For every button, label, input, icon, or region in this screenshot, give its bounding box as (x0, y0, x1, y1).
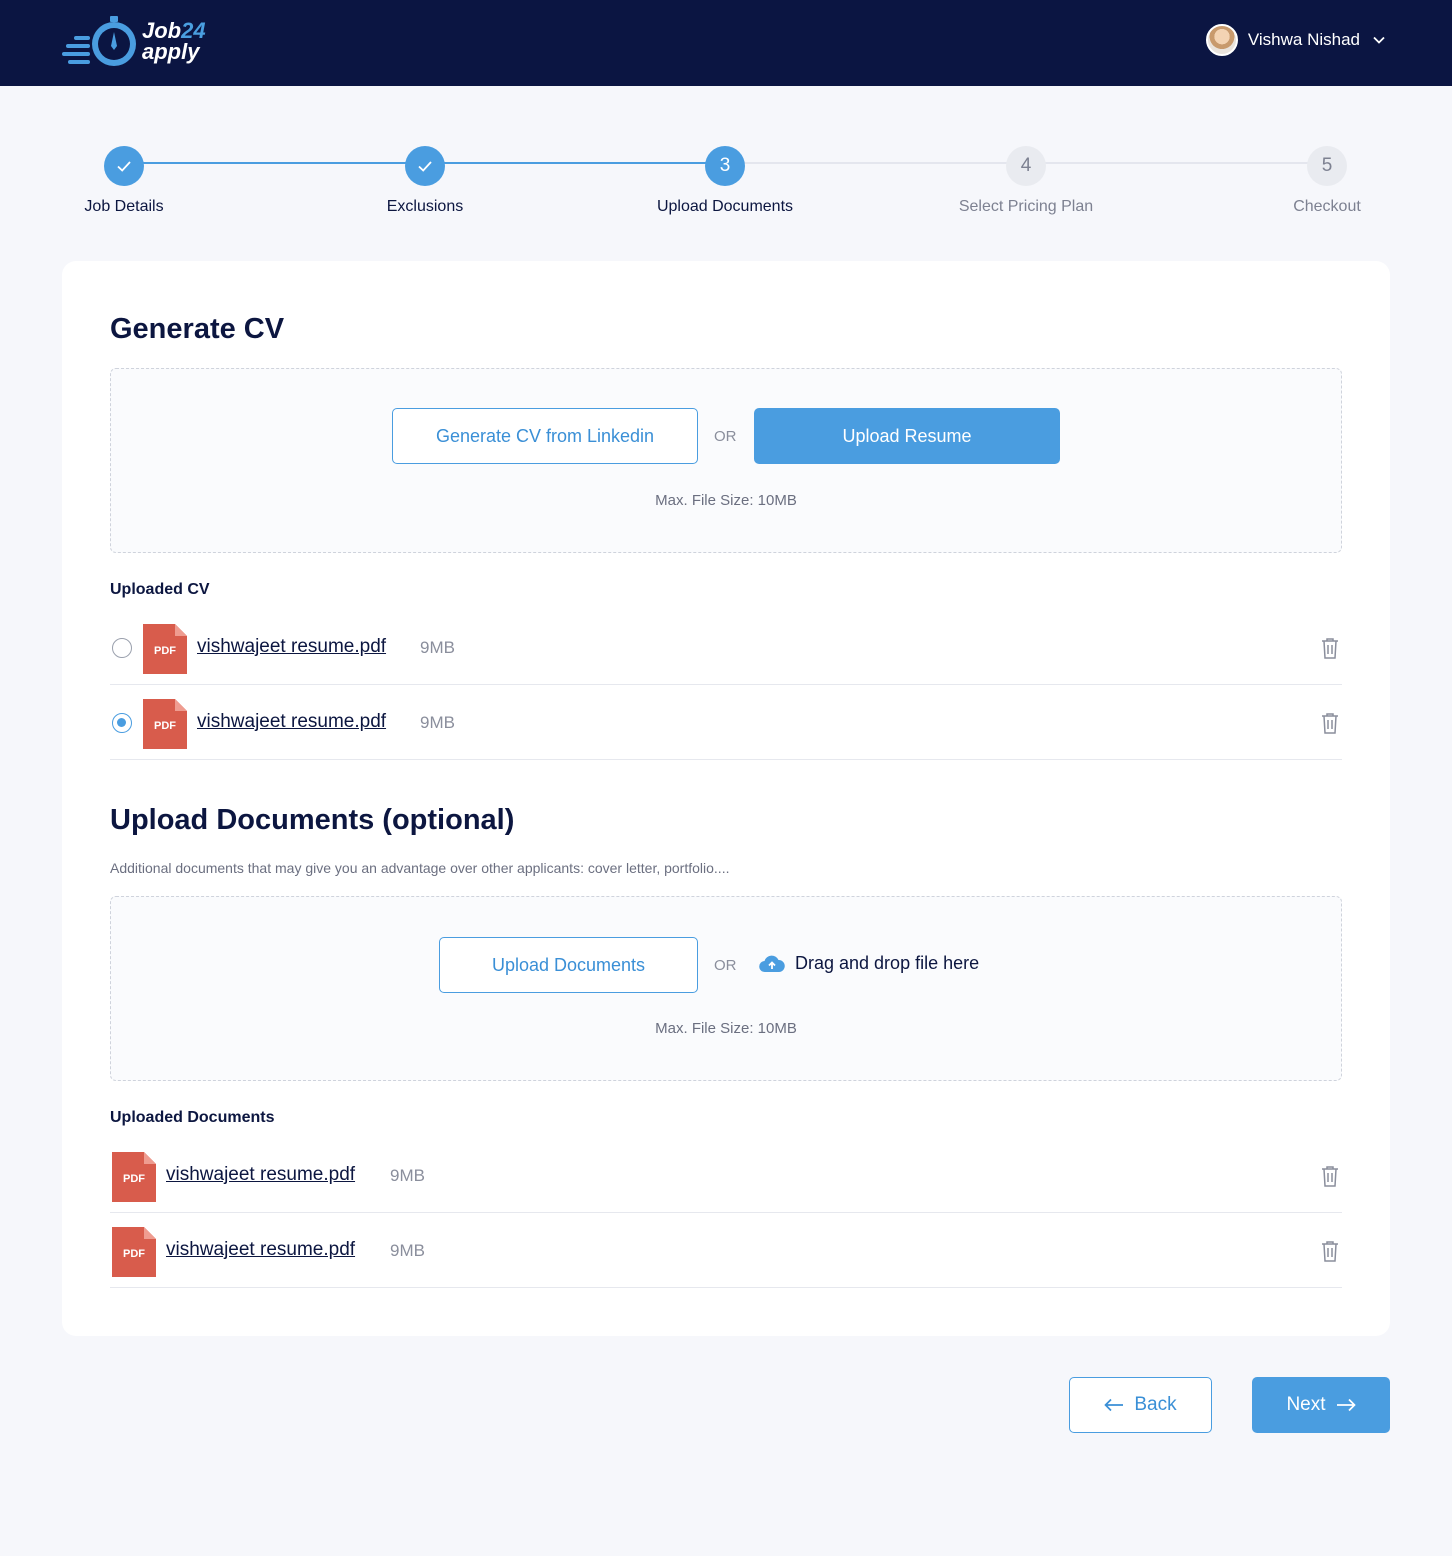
upload-documents-card: Generate CV Generate CV from Linkedin OR… (62, 261, 1390, 1336)
step-label: Checkout (1293, 198, 1361, 215)
file-name-link[interactable]: vishwajeet resume.pdf (166, 1164, 355, 1186)
svg-text:PDF: PDF (123, 1248, 145, 1260)
trash-icon[interactable] (1320, 1165, 1340, 1187)
file-name-link[interactable]: vishwajeet resume.pdf (197, 711, 386, 733)
step-label: Upload Documents (656, 198, 794, 215)
step-label: Select Pricing Plan (958, 198, 1094, 215)
pdf-file-icon: PDF (112, 1152, 156, 1202)
uploaded-cv-title: Uploaded CV (110, 581, 210, 598)
trash-icon[interactable] (1320, 1240, 1340, 1262)
file-size: 9MB (390, 1166, 425, 1185)
back-button[interactable]: Back (1069, 1377, 1212, 1433)
step-job-details[interactable]: Job Details (24, 146, 224, 216)
trash-icon[interactable] (1320, 712, 1340, 734)
back-label: Back (1134, 1394, 1177, 1415)
step-upload-documents[interactable]: 3 Upload Documents (625, 146, 825, 216)
step-exclusions[interactable]: Exclusions (325, 146, 525, 216)
upload-resume-button[interactable]: Upload Resume (754, 408, 1060, 464)
generate-cv-title: Generate CV (110, 313, 285, 345)
brand-wordmark: Job24 apply (142, 18, 206, 64)
cv-file-row: PDF vishwajeet resume.pdf 9MB (110, 685, 1342, 760)
upload-documents-button[interactable]: Upload Documents (439, 937, 698, 993)
cv-dropzone[interactable]: Generate CV from Linkedin OR Upload Resu… (110, 368, 1342, 553)
document-file-row: PDF vishwajeet resume.pdf 9MB (110, 1213, 1342, 1288)
svg-text:PDF: PDF (154, 645, 176, 657)
step-number: 4 (1006, 146, 1046, 186)
top-navbar: Job24 apply Vishwa Nishad (0, 0, 1452, 86)
or-separator: OR (714, 428, 737, 445)
file-size: 9MB (390, 1241, 425, 1260)
document-file-row: PDF vishwajeet resume.pdf 9MB (110, 1138, 1342, 1213)
arrow-left-icon (1104, 1398, 1124, 1412)
documents-dropzone[interactable]: Upload Documents OR Drag and drop file h… (110, 896, 1342, 1081)
pdf-file-icon: PDF (143, 699, 187, 749)
next-label: Next (1286, 1394, 1326, 1415)
svg-text:PDF: PDF (154, 720, 176, 732)
drag-drop-area[interactable]: Drag and drop file here (759, 953, 979, 974)
step-number: 5 (1307, 146, 1347, 186)
chevron-down-icon (1373, 36, 1385, 44)
cloud-upload-icon (759, 955, 785, 972)
cv-select-radio[interactable] (112, 713, 132, 733)
or-separator: OR (714, 957, 737, 974)
progress-stepper: Job Details Exclusions 3 Upload Document… (0, 140, 1452, 230)
step-number: 3 (705, 146, 745, 186)
file-size: 9MB (420, 713, 455, 732)
brand-logo[interactable]: Job24 apply (60, 14, 220, 74)
arrow-right-icon (1336, 1398, 1356, 1412)
max-file-size-note: Max. File Size: 10MB (655, 1020, 797, 1037)
user-name: Vishwa Nishad (1247, 30, 1360, 49)
uploaded-documents-title: Uploaded Documents (110, 1109, 275, 1126)
drag-drop-label: Drag and drop file here (795, 953, 980, 973)
max-file-size-note: Max. File Size: 10MB (655, 492, 797, 509)
next-button[interactable]: Next (1252, 1377, 1390, 1433)
step-label: Job Details (84, 198, 164, 215)
step-checkout[interactable]: 5 Checkout (1227, 146, 1427, 216)
generate-cv-linkedin-button[interactable]: Generate CV from Linkedin (392, 408, 698, 464)
user-menu[interactable]: Vishwa Nishad (1205, 22, 1388, 58)
cv-select-radio[interactable] (112, 638, 132, 658)
file-name-link[interactable]: vishwajeet resume.pdf (197, 636, 386, 658)
upload-documents-title: Upload Documents (optional) (110, 804, 515, 836)
file-size: 9MB (420, 638, 455, 657)
file-name-link[interactable]: vishwajeet resume.pdf (166, 1239, 355, 1261)
check-icon (405, 146, 445, 186)
avatar (1205, 24, 1238, 56)
pdf-file-icon: PDF (112, 1227, 156, 1277)
trash-icon[interactable] (1320, 637, 1340, 659)
pdf-file-icon: PDF (143, 624, 187, 674)
cv-file-row: PDF vishwajeet resume.pdf 9MB (110, 610, 1342, 685)
svg-text:PDF: PDF (123, 1173, 145, 1185)
step-select-pricing-plan[interactable]: 4 Select Pricing Plan (926, 146, 1126, 216)
check-icon (104, 146, 144, 186)
upload-documents-subtitle: Additional documents that may give you a… (110, 860, 730, 876)
step-label: Exclusions (386, 198, 464, 215)
stopwatch-icon (62, 16, 136, 66)
